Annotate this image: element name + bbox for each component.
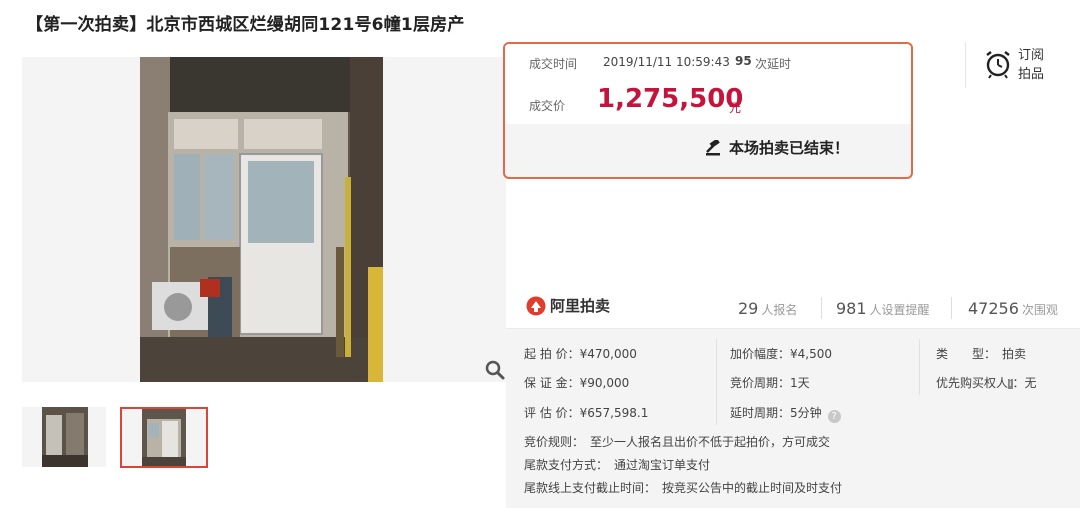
auction-ended-notice: 本场拍卖已结束！ (705, 137, 849, 158)
priority-buyer: 优先购买权人i：无 (936, 376, 1037, 390)
ali-auction-logo: 阿里拍卖 (526, 295, 610, 316)
price-unit: 元 (729, 101, 742, 115)
payment-method: 尾款支付方式： 通过淘宝订单支付 (524, 458, 711, 472)
price-increment: 加价幅度：¥4,500 (730, 347, 832, 361)
ali-auction-icon (526, 296, 546, 315)
thumbnail-1[interactable] (22, 407, 106, 467)
auction-ended-text: 本场拍卖已结束！ (729, 139, 850, 157)
thumbnail-2-selected[interactable] (120, 407, 208, 468)
deposit: 保 证 金：¥90,000 (524, 376, 630, 390)
auction-result-top: 成交时间 2019/11/11 10:59:43 95 次延时 成交价 1,27… (505, 44, 911, 124)
alarm-clock-icon (986, 51, 1010, 79)
auction-result-panel: 成交时间 2019/11/11 10:59:43 95 次延时 成交价 1,27… (503, 42, 913, 179)
delay-count: 95 (735, 54, 752, 68)
delay-cycle: 延时周期：5分钟? (730, 404, 841, 423)
auction-type: 类 型： 拍卖 (936, 347, 1027, 361)
help-icon[interactable]: ? (827, 410, 841, 423)
info-header: 阿里拍卖 29 人报名 981 人设置提醒 47256 次围观 (506, 273, 1080, 329)
subscribe-label: 订阅 拍品 (1018, 48, 1045, 82)
subscribe-button[interactable]: 订阅 拍品 (965, 42, 1080, 88)
stat-reminders: 981 人设置提醒 (836, 299, 930, 318)
payment-deadline: 尾款线上支付截止时间： 按竞买公告中的截止时间及时支付 (524, 481, 843, 495)
main-image-viewer[interactable] (22, 57, 506, 382)
deal-time-label: 成交时间 (529, 57, 578, 71)
final-price-label: 成交价 (529, 99, 566, 113)
stat-signups: 29 人报名 (738, 299, 798, 318)
auction-info-panel: 阿里拍卖 29 人报名 981 人设置提醒 47256 次围观 起 拍 价：¥470,… (506, 273, 1080, 508)
divider (716, 339, 717, 425)
gavel-icon (706, 139, 720, 155)
delay-label: 次延时 (755, 57, 792, 71)
divider (951, 297, 952, 319)
valuation: 评 估 价：¥657,598.1 (524, 406, 649, 420)
final-price: 1,275,500 (597, 84, 744, 114)
divider (821, 297, 822, 319)
property-photo (140, 57, 383, 382)
bidding-rule: 竞价规则： 至少一人报名且出价不低于起拍价，方可成交 (524, 435, 831, 449)
deal-time: 2019/11/11 10:59:43 (603, 55, 730, 69)
start-price: 起 拍 价：¥470,000 (524, 347, 637, 361)
stat-views: 47256 次围观 (968, 299, 1058, 318)
zoom-icon[interactable] (484, 359, 506, 381)
divider (919, 339, 920, 395)
bid-cycle: 竞价周期：1天 (730, 376, 810, 390)
page-title: 【第一次拍卖】北京市西城区烂缦胡同121号6幢1层房产 (26, 15, 465, 35)
